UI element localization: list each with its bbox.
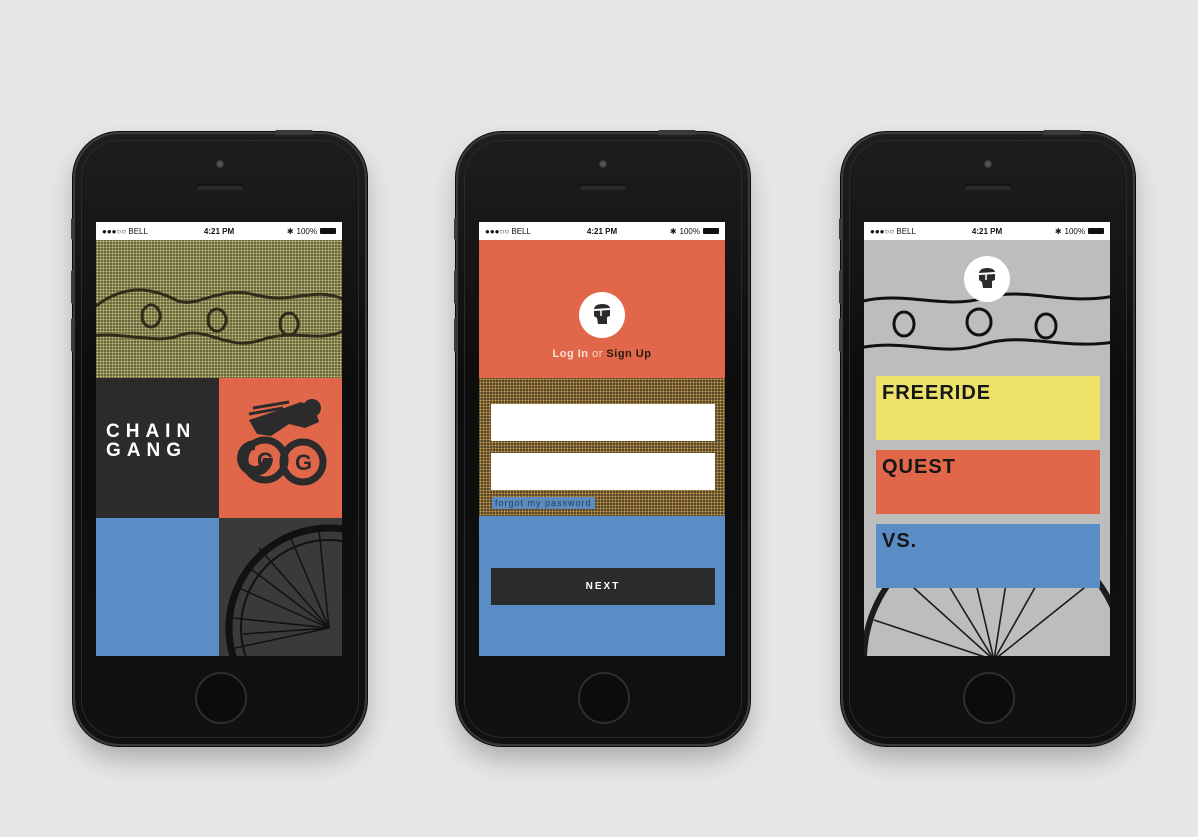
- front-camera: [599, 160, 607, 168]
- phone-mockup-2: ●●●○○ BELL 4:21 PM ✱ 100% Log In or Sign…: [454, 130, 748, 744]
- login-action-panel: NEXT: [479, 516, 725, 656]
- volume-down-button: [839, 318, 843, 352]
- app-logo-badge: [964, 256, 1010, 302]
- title-panel: CHAIN GANG: [96, 378, 219, 518]
- bike-wheel-background-icon: [864, 292, 1110, 656]
- volume-up-button: [454, 270, 458, 304]
- mode-card-quest[interactable]: QUEST: [876, 450, 1100, 514]
- login-form-panel: forgot my password: [479, 378, 725, 516]
- presentation-background: ●●●○○ BELL 4:21 PM ✱ 100% CHAIN GANG C G…: [6, 6, 1192, 831]
- earpiece-speaker: [196, 184, 244, 190]
- next-button[interactable]: NEXT: [491, 568, 715, 605]
- login-screen: ●●●○○ BELL 4:21 PM ✱ 100% Log In or Sign…: [479, 222, 725, 656]
- mute-switch: [71, 218, 75, 240]
- username-field[interactable]: [491, 404, 715, 441]
- volume-down-button: [454, 318, 458, 352]
- home-button[interactable]: [963, 672, 1015, 724]
- earpiece-speaker: [964, 184, 1012, 190]
- status-time: 4:21 PM: [586, 226, 618, 236]
- mode-select-background: FREERIDE QUEST VS.: [864, 240, 1110, 656]
- phone-mockup-3: ●●●○○ BELL 4:21 PM ✱ 100% FREERIDE QUEST…: [839, 130, 1133, 744]
- login-link[interactable]: Log In: [553, 348, 589, 360]
- chain-illustration-panel: [96, 240, 342, 378]
- app-title-line-2: GANG: [106, 440, 187, 461]
- volume-up-button: [71, 270, 75, 304]
- power-button: [275, 130, 313, 135]
- mute-switch: [454, 218, 458, 240]
- app-title-line-1: CHAIN: [106, 421, 197, 442]
- password-field[interactable]: [491, 453, 715, 490]
- mute-switch: [839, 218, 843, 240]
- login-header-panel: Log In or Sign Up: [479, 240, 725, 378]
- power-button: [658, 130, 696, 135]
- status-time: 4:21 PM: [971, 226, 1003, 236]
- status-time: 4:21 PM: [203, 226, 235, 236]
- home-button[interactable]: [578, 672, 630, 724]
- status-bar: ●●●○○ BELL 4:21 PM ✱ 100%: [479, 222, 725, 240]
- earpiece-speaker: [579, 184, 627, 190]
- helmet-head-icon: [978, 268, 996, 288]
- cyclist-logo-icon: C G: [237, 399, 327, 486]
- blue-panel: [96, 518, 219, 656]
- mode-card-label: FREERIDE: [882, 382, 992, 404]
- logo-panel: C G: [219, 378, 342, 518]
- front-camera: [984, 160, 992, 168]
- front-camera: [216, 160, 224, 168]
- volume-up-button: [839, 270, 843, 304]
- power-button: [1043, 130, 1081, 135]
- volume-down-button: [71, 318, 75, 352]
- bike-chain-icon: [96, 288, 342, 345]
- forgot-password-link[interactable]: forgot my password: [492, 497, 595, 509]
- phone-mockup-1: ●●●○○ BELL 4:21 PM ✱ 100% CHAIN GANG C G: [71, 130, 365, 744]
- home-button[interactable]: [195, 672, 247, 724]
- signup-link[interactable]: Sign Up: [606, 348, 651, 360]
- svg-text:C: C: [257, 448, 273, 473]
- wheel-illustration-panel: [219, 518, 342, 656]
- status-bar: ●●●○○ BELL 4:21 PM ✱ 100%: [864, 222, 1110, 240]
- mode-card-vs[interactable]: VS.: [876, 524, 1100, 588]
- mode-card-freeride[interactable]: FREERIDE: [876, 376, 1100, 440]
- mode-card-label: VS.: [882, 530, 918, 552]
- helmet-head-icon: [593, 304, 611, 324]
- bike-wheel-icon: [225, 524, 342, 656]
- or-separator: or: [592, 348, 603, 360]
- mode-select-screen: ●●●○○ BELL 4:21 PM ✱ 100% FREERIDE QUEST…: [864, 222, 1110, 656]
- svg-text:G: G: [295, 450, 312, 475]
- mode-card-label: QUEST: [882, 456, 956, 478]
- splash-screen: ●●●○○ BELL 4:21 PM ✱ 100% CHAIN GANG C G: [96, 222, 342, 656]
- app-logo-badge: [579, 292, 625, 338]
- status-bar: ●●●○○ BELL 4:21 PM ✱ 100%: [96, 222, 342, 240]
- auth-links: Log In or Sign Up: [479, 348, 725, 360]
